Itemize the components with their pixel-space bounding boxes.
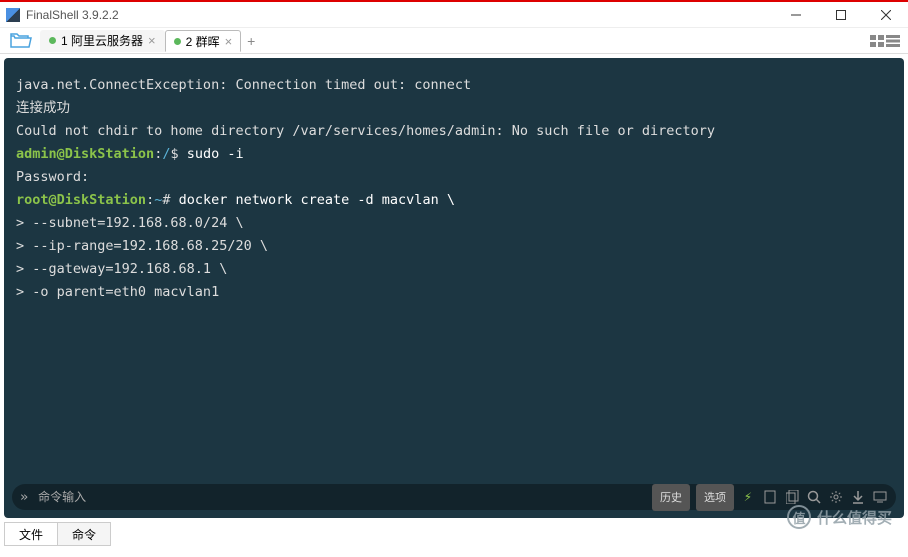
tab-label: 2 群晖 — [186, 33, 220, 50]
tab-close-icon[interactable]: × — [225, 34, 233, 49]
view-mode-buttons — [870, 35, 900, 47]
tab-2[interactable]: 2 群晖 × — [165, 30, 242, 52]
watermark: 值 什么值得买 — [787, 505, 892, 529]
close-button[interactable] — [863, 2, 908, 28]
window-buttons — [773, 2, 908, 28]
monitor-icon[interactable] — [872, 491, 888, 503]
add-tab-button[interactable]: + — [241, 33, 261, 49]
bottom-tab-commands[interactable]: 命令 — [57, 522, 111, 546]
command-prefix-icon: » — [20, 486, 28, 509]
copy-icon[interactable] — [784, 490, 800, 504]
watermark-text: 什么值得买 — [817, 507, 892, 528]
open-folder-icon[interactable] — [6, 30, 36, 52]
watermark-logo-icon: 值 — [787, 505, 811, 529]
history-button[interactable]: 历史 — [652, 484, 690, 511]
window-title: FinalShell 3.9.2.2 — [26, 8, 773, 22]
command-bar: » 命令输入 历史 选项 ⚡ — [12, 484, 896, 510]
tab-1[interactable]: 1 阿里云服务器 × — [40, 30, 165, 52]
bolt-icon[interactable]: ⚡ — [740, 486, 756, 509]
bottom-tab-files[interactable]: 文件 — [4, 522, 58, 546]
download-icon[interactable] — [850, 490, 866, 504]
list-view-icon[interactable] — [886, 35, 900, 47]
bottom-tab-bar: 文件 命令 — [0, 522, 908, 548]
tab-close-icon[interactable]: × — [148, 33, 156, 48]
terminal-content: java.net.ConnectException: Connection ti… — [16, 74, 892, 304]
status-dot-icon — [49, 37, 56, 44]
maximize-button[interactable] — [818, 2, 863, 28]
document-icon[interactable] — [762, 490, 778, 504]
titlebar: FinalShell 3.9.2.2 — [0, 2, 908, 28]
options-button[interactable]: 选项 — [696, 484, 734, 511]
tab-label: 1 阿里云服务器 — [61, 32, 143, 49]
status-dot-icon — [174, 38, 181, 45]
gear-icon[interactable] — [828, 490, 844, 504]
search-icon[interactable] — [806, 490, 822, 504]
app-logo-icon — [6, 8, 20, 22]
tab-bar: 1 阿里云服务器 × 2 群晖 × + — [0, 28, 908, 54]
grid-view-icon[interactable] — [870, 35, 884, 47]
command-input[interactable]: 命令输入 — [34, 486, 646, 509]
minimize-button[interactable] — [773, 2, 818, 28]
terminal[interactable]: java.net.ConnectException: Connection ti… — [4, 58, 904, 518]
